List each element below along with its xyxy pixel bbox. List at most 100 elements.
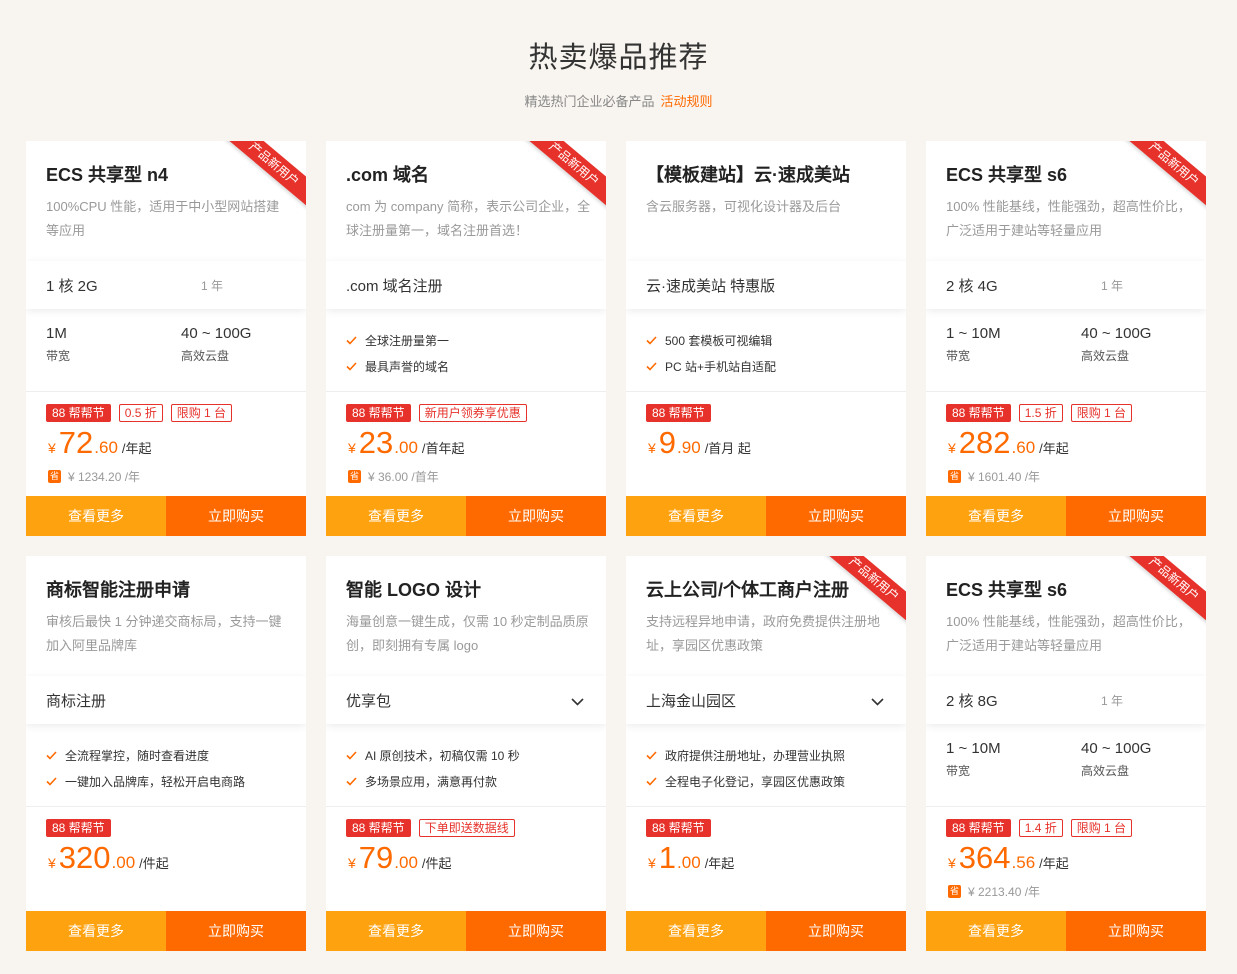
promo-tag: 88 帮帮节	[946, 404, 1011, 422]
feature-text: 政府提供注册地址，办理营业执照	[665, 749, 846, 763]
product-title[interactable]: .com 域名	[346, 161, 429, 187]
promo-tags: 88 帮帮节 新用户领券享优惠	[346, 404, 527, 422]
metric-label: 高效云盘	[181, 349, 230, 363]
spec-label: 1 核 2G	[46, 277, 98, 295]
price-decimal: .90	[677, 438, 701, 457]
buy-now-button[interactable]: 立即购买	[766, 911, 906, 951]
product-description: 100%CPU 性能，适用于中小型网站搭建等应用	[46, 199, 280, 238]
buy-now-button[interactable]: 立即购买	[766, 496, 906, 536]
view-more-button[interactable]: 查看更多	[626, 496, 766, 536]
feature-text: AI 原创技术，初稿仅需 10 秒	[365, 749, 520, 763]
spec-metric: 1 ~ 10M 带宽	[946, 738, 1001, 782]
product-title[interactable]: 【模板建站】云·速成美站	[646, 161, 850, 187]
promo-tag: 新用户领券享优惠	[418, 404, 527, 422]
spec-label: 云·速成美站 特惠版	[646, 277, 776, 295]
feature-item: PC 站+手机站自适配	[646, 354, 776, 379]
spec-metric: 40 ~ 100G 高效云盘	[1081, 323, 1151, 367]
metric-label: 带宽	[46, 349, 71, 363]
promo-tag: 88 帮帮节	[646, 819, 711, 837]
view-more-button[interactable]: 查看更多	[926, 911, 1066, 951]
spec-label: .com 域名注册	[346, 277, 443, 295]
buy-now-button[interactable]: 立即购买	[1066, 496, 1206, 536]
divider	[326, 391, 606, 392]
check-icon	[346, 362, 357, 371]
original-price-text: ¥ 1601.40 /年	[968, 470, 1041, 484]
product-card: 产品新用户 .com 域名 com 为 company 简称，表示公司企业，全球注册…	[326, 141, 606, 536]
price: ¥320.00/件起	[48, 840, 169, 876]
product-title[interactable]: 云上公司/个体工商户注册	[646, 576, 849, 602]
spec-selector[interactable]: 优享包	[326, 676, 606, 724]
feature-item: 全程电子化登记，享园区优惠政策	[646, 769, 845, 794]
original-price-text: ¥ 2213.40 /年	[968, 885, 1041, 899]
view-more-button[interactable]: 查看更多	[326, 496, 466, 536]
card-actions: 查看更多 立即购买	[626, 911, 906, 951]
price-unit: /年起	[1039, 856, 1069, 871]
price-integer: 23	[358, 425, 394, 460]
save-icon: 省	[948, 885, 961, 898]
spec-label: 2 核 4G	[946, 277, 998, 295]
check-icon	[46, 751, 57, 760]
promo-tag: 0.5 折	[118, 404, 163, 422]
product-description: 含云服务器，可视化设计器及后台	[646, 199, 842, 214]
feature-item: 最具声誉的域名	[346, 354, 449, 379]
spec-selector[interactable]: 上海金山园区	[626, 676, 906, 724]
product-title[interactable]: ECS 共享型 s6	[946, 576, 1067, 602]
buy-now-button[interactable]: 立即购买	[166, 496, 306, 536]
price-unit: /年起	[704, 856, 735, 871]
page-subtitle: 精选热门企业必备产品 活动规则	[0, 91, 1237, 110]
feature-text: 全程电子化登记，享园区优惠政策	[665, 775, 846, 789]
view-more-button[interactable]: 查看更多	[26, 911, 166, 951]
price-unit: /首月 起	[704, 441, 751, 456]
price-decimal: .00	[677, 853, 701, 872]
original-price-text: ¥ 1234.20 /年	[68, 470, 141, 484]
chevron-down-icon[interactable]	[571, 693, 584, 710]
metric-label: 高效云盘	[1081, 764, 1130, 778]
original-price: 省 ¥ 1234.20 /年	[48, 468, 140, 485]
product-title[interactable]: 智能 LOGO 设计	[346, 576, 481, 602]
view-more-button[interactable]: 查看更多	[926, 496, 1066, 536]
spec-metric: 1M 带宽	[46, 323, 70, 367]
price-decimal: .56	[1011, 853, 1036, 872]
product-description: 支持远程异地申请，政府免费提供注册地址，享园区优惠政策	[646, 614, 881, 653]
promo-tag: 88 帮帮节	[346, 404, 411, 422]
currency-symbol: ¥	[348, 440, 356, 456]
feature-text: PC 站+手机站自适配	[665, 360, 777, 374]
promo-tags: 88 帮帮节 下单即送数据线	[346, 819, 515, 837]
product-description: 审核后最快 1 分钟递交商标局，支持一键加入阿里品牌库	[46, 614, 282, 653]
promo-tags: 88 帮帮节 1.4 折限购 1 台	[946, 819, 1133, 837]
check-icon	[346, 777, 357, 786]
view-more-button[interactable]: 查看更多	[26, 496, 166, 536]
price-decimal: .00	[394, 438, 418, 457]
activity-rules-link[interactable]: 活动规则	[661, 94, 713, 109]
buy-now-button[interactable]: 立即购买	[166, 911, 306, 951]
buy-now-button[interactable]: 立即购买	[466, 911, 606, 951]
product-details: 1 ~ 10M 带宽 40 ~ 100G 高效云盘	[946, 323, 1196, 388]
divider	[926, 391, 1206, 392]
spec-metric: 40 ~ 100G 高效云盘	[1081, 738, 1151, 782]
chevron-down-icon[interactable]	[871, 693, 884, 710]
card-actions: 查看更多 立即购买	[26, 911, 306, 951]
product-title[interactable]: 商标智能注册申请	[46, 576, 190, 602]
buy-now-button[interactable]: 立即购买	[1066, 911, 1206, 951]
check-icon	[346, 336, 357, 345]
view-more-button[interactable]: 查看更多	[326, 911, 466, 951]
product-details: 全流程掌控，随时查看进度 一键加入品牌库，轻松开启电商路	[46, 738, 296, 803]
spec-metric: 1 ~ 10M 带宽	[946, 323, 1001, 367]
currency-symbol: ¥	[648, 855, 656, 871]
price-integer: 72	[58, 425, 94, 460]
product-title[interactable]: ECS 共享型 n4	[46, 161, 168, 187]
promo-tag: 1.4 折	[1018, 819, 1063, 837]
metric-value: 1 ~ 10M	[946, 740, 1001, 757]
price-unit: /首年起	[421, 441, 465, 456]
spec-label: 商标注册	[46, 692, 107, 710]
price: ¥79.00/件起	[348, 840, 452, 876]
buy-now-button[interactable]: 立即购买	[466, 496, 606, 536]
metric-label: 带宽	[946, 349, 971, 363]
divider	[626, 806, 906, 807]
check-icon	[646, 751, 657, 760]
view-more-button[interactable]: 查看更多	[626, 911, 766, 951]
product-title[interactable]: ECS 共享型 s6	[946, 161, 1067, 187]
spec-label: 上海金山园区	[646, 692, 737, 710]
divider	[326, 806, 606, 807]
promo-tag: 88 帮帮节	[646, 404, 711, 422]
